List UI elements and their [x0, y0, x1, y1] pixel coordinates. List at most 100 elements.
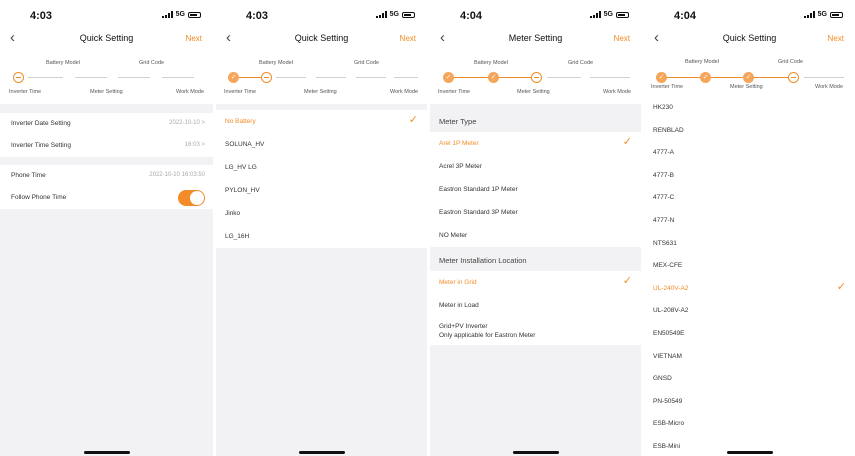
phone-screen-grid-code: 4:04 5G ‹ Quick Setting Next Battery Mod…	[644, 0, 855, 456]
list-item-label: 4777-A	[653, 149, 674, 157]
step-done-icon: ✓	[443, 72, 454, 83]
status-indicators: 5G	[589, 11, 629, 18]
next-button[interactable]: Next	[400, 34, 416, 43]
step-label-grid-code: Grid Code	[778, 59, 804, 65]
list-item-line: Grid+PV Inverter	[439, 323, 488, 330]
row-label: Inverter Time Setting	[11, 142, 71, 149]
list-item-label: 4777-N	[653, 216, 675, 224]
list-item[interactable]: 4777-N	[644, 208, 855, 232]
progress-stepper: Battery Model Grid Code ✓ ✓ Inverter Tim…	[430, 50, 641, 104]
list-item-label: SOLUNA_HV	[225, 141, 265, 148]
step-label-meter-setting: Meter Setting	[517, 89, 550, 95]
list-item[interactable]: GNSD	[644, 367, 855, 390]
list-item[interactable]: 4777-A	[644, 141, 855, 164]
page-title: Meter Setting	[508, 33, 563, 43]
list-item[interactable]: No Battery ✓	[216, 110, 427, 133]
list-item-label: Arel 1P Meter	[439, 140, 479, 147]
list-item[interactable]: NO Meter	[430, 224, 641, 247]
list-item[interactable]: EN50549E	[644, 321, 855, 345]
list-item[interactable]: ESB-Micro	[644, 412, 855, 435]
list-item[interactable]: LG_16H	[216, 225, 427, 248]
follow-phone-time-row: Follow Phone Time	[0, 187, 213, 209]
phone-time-row: Phone Time 2022-10-10 16:03:50	[0, 165, 213, 187]
list-item[interactable]: VIETNAM	[644, 344, 855, 368]
list-item[interactable]: PN-50549	[644, 389, 855, 413]
list-item[interactable]: Jinko	[216, 202, 427, 225]
row-label: Follow Phone Time	[11, 194, 67, 201]
step-done-icon: ✓	[228, 72, 239, 83]
list-item[interactable]: UL-240V-A2 ✓	[644, 276, 855, 300]
step-connector	[28, 77, 63, 78]
list-item-label: LG_16H	[225, 233, 250, 240]
list-item-label: Grid+PV Inverter Only applicable for Eas…	[439, 322, 535, 340]
list-item-label: PN-50549	[653, 397, 683, 405]
battery-icon	[830, 11, 843, 18]
list-item-label: NO Meter	[439, 232, 468, 239]
list-item[interactable]: Meter in Grid ✓	[430, 271, 641, 294]
status-time: 4:03	[246, 10, 269, 22]
step-label-grid-code: Grid Code	[568, 60, 594, 66]
list-item[interactable]: NTS631	[644, 231, 855, 255]
list-item[interactable]: Meter in Load	[430, 294, 641, 317]
list-item-label: PYLON_HV	[225, 187, 260, 194]
list-item[interactable]: Arel 1P Meter ✓	[430, 132, 641, 155]
list-item-label: 4777-C	[653, 194, 675, 202]
list-item[interactable]: SOLUNA_HV	[216, 133, 427, 156]
signal-icon	[803, 11, 815, 18]
step-label-battery-model: Battery Model	[259, 60, 293, 66]
phone-screen-meter-setting: 4:04 5G ‹ Meter Setting Next Battery Mod…	[430, 0, 641, 456]
inverter-time-row[interactable]: Inverter Time Setting 16:03 >	[0, 135, 213, 157]
follow-phone-time-toggle[interactable]	[178, 190, 205, 206]
step-label-grid-code: Grid Code	[354, 60, 380, 66]
inverter-date-row[interactable]: Inverter Date Setting 2022-10-10 >	[0, 113, 213, 135]
next-button[interactable]: Next	[186, 34, 202, 43]
list-item[interactable]: UL-208V-A2	[644, 299, 855, 322]
list-item[interactable]: Eastron Standard 1P Meter	[430, 178, 641, 201]
checkmark-icon: ✓	[622, 136, 632, 148]
step-label-meter-setting: Meter Setting	[730, 84, 763, 90]
list-item-label: Eastron Standard 3P Meter	[439, 209, 518, 216]
next-button[interactable]: Next	[614, 34, 630, 43]
list-item[interactable]: Grid+PV Inverter Only applicable for Eas…	[430, 317, 641, 345]
step-connector	[454, 77, 488, 78]
list-item-label: Jinko	[225, 210, 241, 217]
list-item[interactable]: RENBLAD	[644, 118, 855, 142]
status-indicators: 5G	[375, 11, 415, 18]
step-connector	[239, 77, 261, 78]
list-item[interactable]: HK230	[644, 96, 855, 119]
step-current-icon	[788, 72, 799, 83]
next-button[interactable]: Next	[828, 34, 844, 43]
step-current-icon	[261, 72, 272, 83]
row-value: 16:03 >	[184, 142, 205, 148]
checkmark-icon: ✓	[836, 280, 846, 293]
step-connector	[394, 77, 418, 78]
step-label-work-mode: Work Mode	[176, 89, 205, 95]
network-label: 5G	[389, 11, 399, 18]
step-connector	[162, 77, 194, 78]
row-value: 2022-10-10 >	[169, 120, 205, 126]
checkmark-icon: ✓	[622, 275, 632, 287]
list-item[interactable]: Acrel 3P Meter	[430, 155, 641, 178]
list-item[interactable]: Eastron Standard 3P Meter	[430, 201, 641, 224]
step-label-work-mode: Work Mode	[815, 84, 844, 90]
list-item-label: RENBLAD	[653, 126, 684, 134]
list-item-label: Eastron Standard 1P Meter	[439, 186, 518, 193]
status-bar: 4:03 5G	[216, 0, 427, 28]
list-item[interactable]: 4777-B	[644, 163, 855, 187]
list-item-label: ESB-Mini	[653, 442, 681, 450]
step-connector	[499, 77, 531, 78]
step-label-meter-setting: Meter Setting	[90, 89, 123, 95]
section-header-install-location: Meter Installation Location	[430, 247, 641, 271]
step-label-inverter-time: Inverter Time	[651, 84, 684, 90]
section-header-meter-type: Meter Type	[430, 108, 641, 132]
list-item-label: MEX-CFE	[653, 262, 683, 270]
list-item-label: VIETNAM	[653, 352, 682, 360]
list-item[interactable]: PYLON_HV	[216, 179, 427, 202]
list-item[interactable]: MEX-CFE	[644, 254, 855, 277]
list-item[interactable]: 4777-C	[644, 186, 855, 209]
step-connector	[316, 77, 346, 78]
network-label: 5G	[817, 11, 827, 18]
row-label: Inverter Date Setting	[11, 120, 71, 127]
list-item[interactable]: LG_HV LG	[216, 156, 427, 179]
